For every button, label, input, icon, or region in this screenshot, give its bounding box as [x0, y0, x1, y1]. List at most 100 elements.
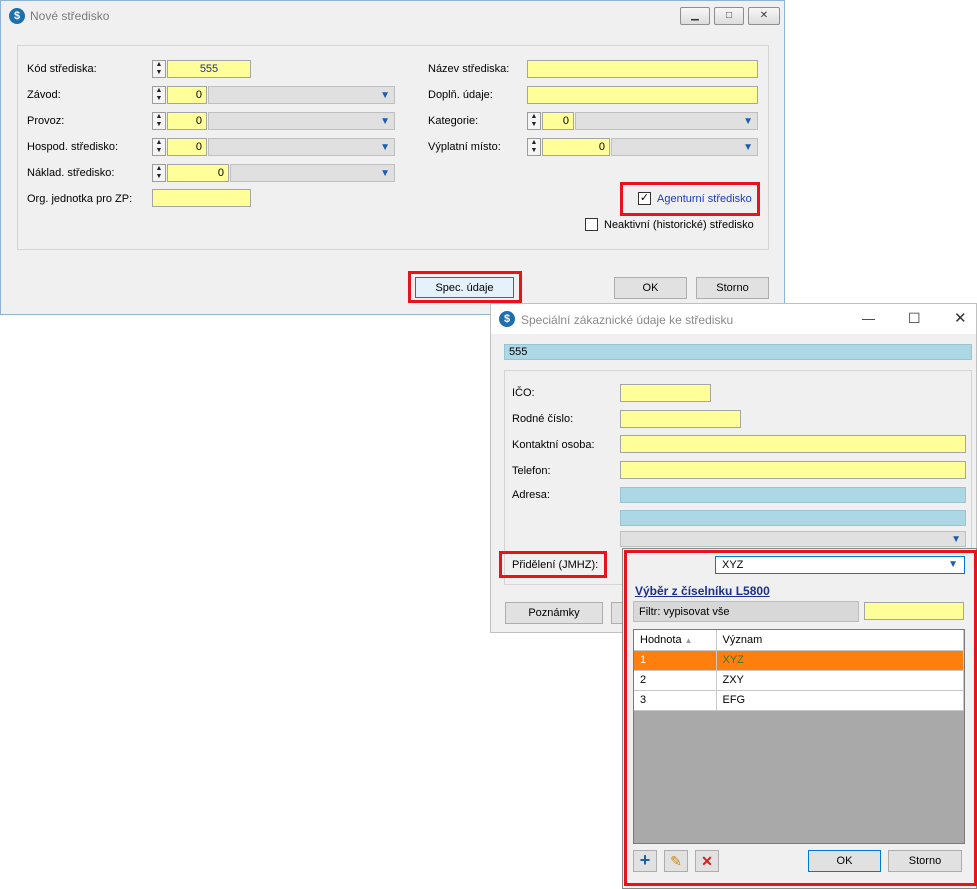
nazev-input[interactable] — [527, 60, 758, 78]
provoz-label: Provoz: — [27, 115, 65, 127]
table-row[interactable]: 2 ZXY — [634, 670, 964, 691]
window-nove-stredisko: $ Nové středisko ▁ □ ✕ Kód střediska: ▲ ▼… — [0, 0, 785, 315]
telefon-input[interactable] — [620, 461, 966, 479]
nazev-label: Název střediska: — [428, 63, 510, 75]
adresa-combo[interactable]: ▼ — [620, 531, 966, 547]
chevron-down-icon: ▼ — [743, 142, 753, 153]
plus-icon: + — [639, 850, 651, 870]
hospod-input[interactable]: 0 — [167, 138, 207, 156]
neaktivni-label: Neaktivní (historické) středisko — [604, 219, 754, 231]
kontakt-input[interactable] — [620, 435, 966, 453]
close-button[interactable]: ✕ — [748, 7, 780, 25]
app-icon: $ — [9, 8, 25, 24]
kategorie-spinner[interactable]: ▲ ▼ — [527, 112, 541, 130]
title-bar: $ Nové středisko ▁ □ ✕ — [1, 1, 784, 31]
rodne-input[interactable] — [620, 410, 741, 428]
spec-udaje-button[interactable]: Spec. údaje — [415, 277, 514, 298]
kod-label: Kód střediska: — [27, 63, 97, 75]
zavod-spinner[interactable]: ▲ ▼ — [152, 86, 166, 104]
chevron-down-icon: ▼ — [743, 116, 753, 127]
prideleni-combo[interactable]: XYZ ▼ — [715, 556, 965, 574]
zavod-combo[interactable]: ▼ — [208, 86, 395, 104]
prideleni-label: Přidělení (JMHZ): — [512, 559, 599, 571]
table-row[interactable]: 1 XYZ — [634, 650, 964, 671]
ok-button[interactable]: OK — [614, 277, 687, 299]
agenturni-checkbox[interactable]: ✓ — [638, 192, 651, 205]
kontakt-label: Kontaktní osoba: — [512, 439, 595, 451]
provoz-spinner[interactable]: ▲ ▼ — [152, 112, 166, 130]
minimize-button[interactable]: ▁ — [680, 7, 710, 25]
zavod-input[interactable]: 0 — [167, 86, 207, 104]
vyplatni-input[interactable]: 0 — [542, 138, 610, 156]
prideleni-selected: XYZ — [722, 559, 744, 571]
col-vyznam-header[interactable]: Význam — [716, 630, 964, 651]
minimize-icon[interactable]: — — [862, 311, 875, 326]
dropdown-storno-button[interactable]: Storno — [888, 850, 962, 872]
adresa-label: Adresa: — [512, 489, 550, 501]
hospod-combo[interactable]: ▼ — [208, 138, 395, 156]
naklad-input[interactable]: 0 — [167, 164, 229, 182]
dopln-input[interactable] — [527, 86, 758, 104]
adresa-line1[interactable] — [620, 487, 966, 503]
telefon-label: Telefon: — [512, 465, 551, 477]
kod-input[interactable]: 555 — [167, 60, 251, 78]
row-hodnota: 2 — [634, 670, 717, 691]
chevron-down-icon: ▼ — [380, 116, 390, 127]
dropdown-ok-button[interactable]: OK — [808, 850, 881, 872]
org-label: Org. jednotka pro ZP: — [27, 193, 133, 205]
poznamky-button[interactable]: Poznámky — [505, 602, 603, 624]
rodne-label: Rodné číslo: — [512, 413, 574, 425]
close-icon: ✕ — [759, 10, 769, 21]
vyplatni-label: Výplatní místo: — [428, 141, 501, 153]
pencil-icon: ✎ — [670, 853, 682, 869]
hospod-spinner[interactable]: ▲ ▼ — [152, 138, 166, 156]
ciselnik-heading: Výběr z číselníku L5800 — [635, 584, 770, 598]
check-icon: ✓ — [639, 192, 650, 204]
vyplatni-combo[interactable]: ▼ — [611, 138, 758, 156]
provoz-input[interactable]: 0 — [167, 112, 207, 130]
delete-button[interactable]: ✕ — [695, 850, 719, 872]
maximize-button[interactable]: □ — [714, 7, 744, 25]
window-title: Speciální zákaznické údaje ke středisku — [521, 313, 734, 327]
vyplatni-spinner[interactable]: ▲ ▼ — [527, 138, 541, 156]
kategorie-input[interactable]: 0 — [542, 112, 574, 130]
chevron-down-icon: ▼ — [380, 168, 390, 179]
ico-input[interactable] — [620, 384, 711, 402]
storno-button[interactable]: Storno — [696, 277, 769, 299]
naklad-combo[interactable]: ▼ — [230, 164, 395, 182]
chevron-down-icon: ▼ — [380, 90, 390, 101]
maximize-icon[interactable]: ☐ — [908, 310, 921, 327]
naklad-label: Náklad. středisko: — [27, 167, 115, 179]
hospod-label: Hospod. středisko: — [27, 141, 119, 153]
org-input[interactable] — [152, 189, 251, 207]
row-hodnota: 1 — [634, 650, 717, 671]
adresa-line2[interactable] — [620, 510, 966, 526]
add-button[interactable]: + — [633, 850, 657, 872]
dopln-label: Doplň. údaje: — [428, 89, 493, 101]
value-grid: Hodnota ▲ Význam 1 XYZ 2 ZXY 3 EFG — [633, 629, 965, 844]
kategorie-combo[interactable]: ▼ — [575, 112, 758, 130]
row-hodnota: 3 — [634, 690, 717, 711]
chevron-down-icon: ▼ — [948, 559, 958, 570]
chevron-down-icon: ▼ — [380, 142, 390, 153]
kategorie-label: Kategorie: — [428, 115, 479, 127]
row-vyznam: EFG — [716, 690, 964, 711]
col-hodnota-header[interactable]: Hodnota ▲ — [634, 630, 717, 651]
stredisko-header: 555 — [504, 344, 972, 360]
title-bar: $ Speciální zákaznické údaje ke středisk… — [491, 304, 976, 334]
window-title: Nové středisko — [30, 9, 110, 23]
delete-icon: ✕ — [701, 853, 713, 869]
filter-input[interactable] — [864, 602, 964, 620]
app-icon: $ — [499, 311, 515, 327]
naklad-spinner[interactable]: ▲ ▼ — [152, 164, 166, 182]
minimize-icon: ▁ — [691, 10, 699, 21]
table-row[interactable]: 3 EFG — [634, 690, 964, 711]
neaktivni-checkbox[interactable] — [585, 218, 598, 231]
kod-spinner[interactable]: ▲ ▼ — [152, 60, 166, 78]
ciselnik-dropdown: XYZ ▼ Výběr z číselníku L5800 Filtr: vyp… — [622, 548, 977, 889]
provoz-combo[interactable]: ▼ — [208, 112, 395, 130]
edit-button[interactable]: ✎ — [664, 850, 688, 872]
chevron-down-icon: ▼ — [951, 534, 961, 545]
maximize-icon: □ — [725, 10, 733, 21]
close-icon[interactable]: ✕ — [954, 309, 967, 327]
